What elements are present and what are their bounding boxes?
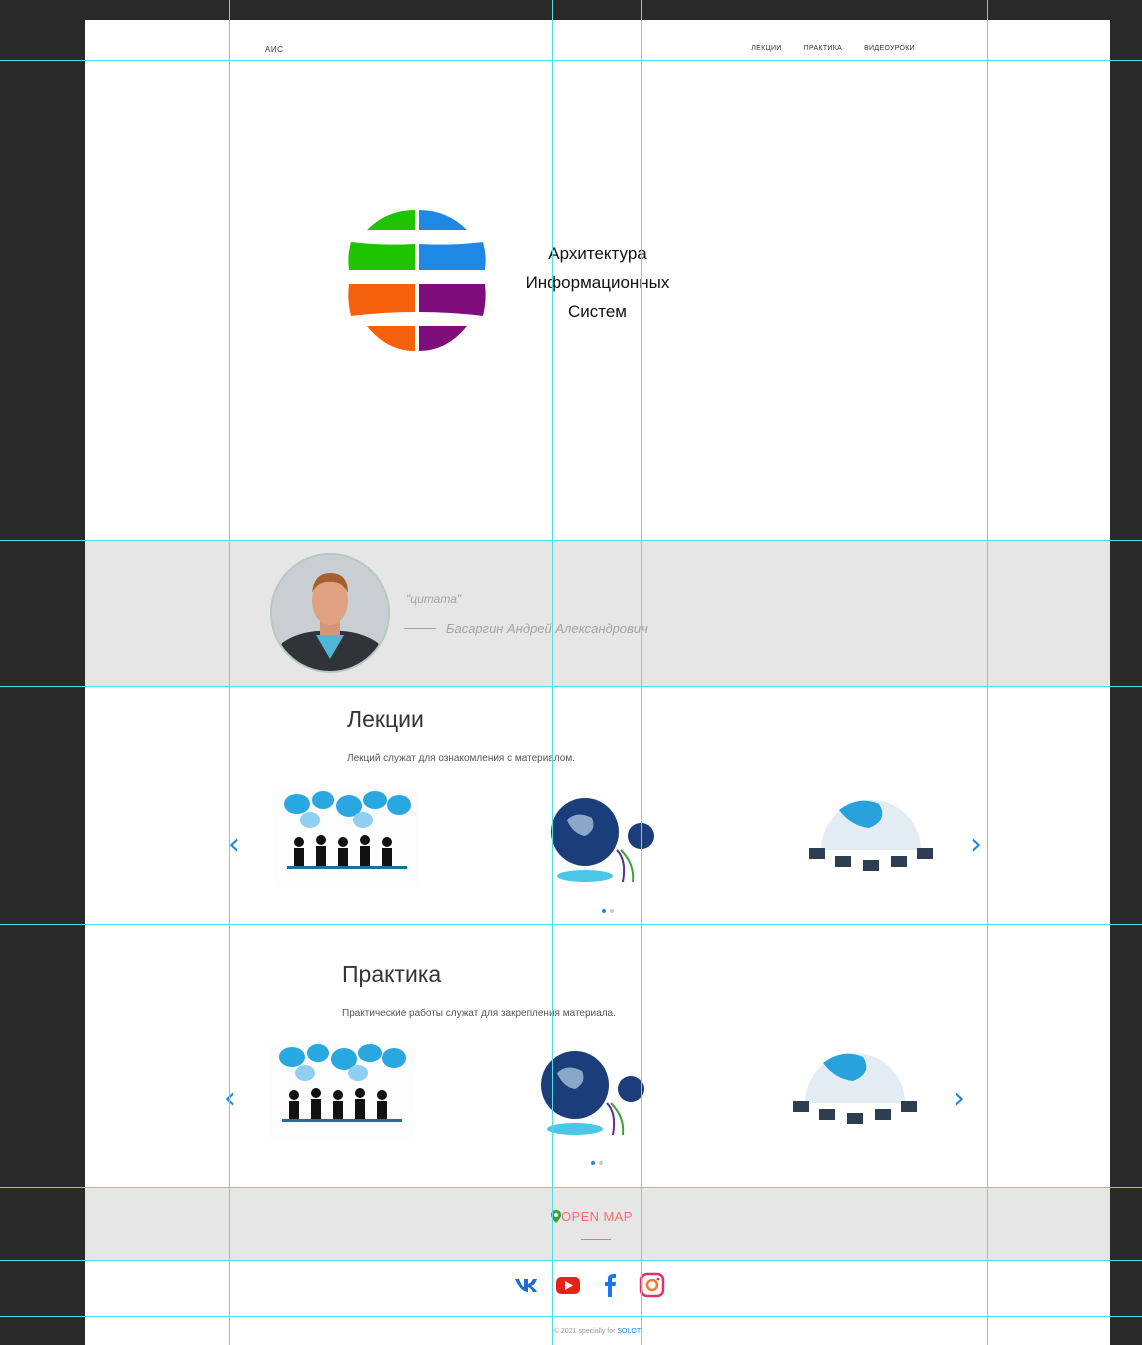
brand-logo-text[interactable]: АИС bbox=[265, 45, 283, 54]
nav-practice-link[interactable]: ПРАКТИКА bbox=[804, 45, 842, 52]
lectures-carousel-dots bbox=[602, 909, 614, 913]
page: АИС ЛЕКЦИИ ПРАКТИКА ВИДЕОУРОКИ Архитекту… bbox=[85, 20, 1110, 1345]
open-map-label: OPEN MAP bbox=[561, 1209, 633, 1224]
lectures-description: Лекций служат для ознакомления с материа… bbox=[347, 753, 576, 764]
guide-line-horizontal bbox=[0, 686, 1142, 687]
practice-dot-2[interactable] bbox=[599, 1161, 603, 1165]
open-map-link[interactable]: OPEN MAP bbox=[551, 1209, 633, 1224]
social-links bbox=[513, 1272, 665, 1298]
ais-globe-logo bbox=[348, 210, 486, 351]
nav-video-lessons-link[interactable]: ВИДЕОУРОКИ bbox=[864, 45, 915, 52]
guide-line-horizontal bbox=[0, 540, 1142, 541]
guide-line-horizontal bbox=[0, 1260, 1142, 1261]
practice-title: Практика bbox=[342, 961, 442, 987]
lectures-next-arrow-icon[interactable]: › bbox=[970, 830, 982, 860]
guide-line-vertical bbox=[641, 0, 642, 1345]
quote-dash bbox=[404, 628, 436, 629]
practice-carousel-dots bbox=[591, 1161, 603, 1165]
quote-author: Басаргин Андрей Александрович bbox=[404, 621, 648, 636]
practice-dot-1[interactable] bbox=[591, 1161, 595, 1165]
quote-section: "цитата" Басаргин Андрей Александрович bbox=[85, 540, 1110, 686]
practice-description: Практические работы служат для закреплен… bbox=[342, 1008, 616, 1019]
guide-line-horizontal bbox=[0, 1316, 1142, 1317]
lectures-dot-1[interactable] bbox=[602, 909, 606, 913]
hero-title-line-3: Систем bbox=[567, 302, 627, 321]
lectures-slide-earth-computers-image[interactable] bbox=[799, 790, 943, 887]
quote-author-name: Басаргин Андрей Александрович bbox=[446, 621, 648, 636]
guide-line-vertical bbox=[987, 0, 988, 1345]
practice-next-arrow-icon[interactable]: › bbox=[953, 1084, 965, 1114]
hero-title-line-1: Архитектура bbox=[548, 244, 647, 263]
quote-text: "цитата" bbox=[406, 592, 462, 606]
guide-line-horizontal bbox=[0, 924, 1142, 925]
instagram-icon[interactable] bbox=[639, 1272, 665, 1298]
lectures-slide-globe-image[interactable] bbox=[537, 790, 681, 887]
hero-title: Архитектура Информационных Систем bbox=[505, 239, 690, 326]
author-avatar bbox=[270, 553, 390, 673]
guide-line-vertical bbox=[552, 0, 553, 1345]
lectures-title: Лекции bbox=[347, 706, 424, 732]
main-nav: ЛЕКЦИИ ПРАКТИКА ВИДЕОУРОКИ bbox=[751, 45, 915, 52]
youtube-icon[interactable] bbox=[555, 1272, 581, 1298]
guide-line-vertical bbox=[229, 0, 230, 1345]
practice-slide-earth-computers-image[interactable] bbox=[783, 1043, 927, 1140]
top-nav-bar: АИС ЛЕКЦИИ ПРАКТИКА ВИДЕОУРОКИ bbox=[85, 20, 1110, 60]
footer-text: © 2021 specially for bbox=[553, 1328, 618, 1335]
lectures-dot-2[interactable] bbox=[610, 909, 614, 913]
guide-line-horizontal bbox=[0, 60, 1142, 61]
practice-slide-people-image[interactable] bbox=[270, 1043, 414, 1140]
vk-icon[interactable] bbox=[513, 1272, 539, 1298]
map-underline bbox=[581, 1239, 611, 1240]
practice-slide-globe-image[interactable] bbox=[527, 1043, 671, 1140]
nav-lectures-link[interactable]: ЛЕКЦИИ bbox=[751, 45, 781, 52]
hero-title-line-2: Информационных bbox=[525, 273, 670, 292]
facebook-icon[interactable] bbox=[597, 1272, 623, 1298]
lectures-slide-people-image[interactable] bbox=[275, 790, 419, 887]
map-section: OPEN MAP bbox=[85, 1187, 1110, 1260]
footer: © 2021 specially for SOLOT bbox=[85, 1328, 1110, 1335]
guide-line-horizontal bbox=[0, 1187, 1142, 1188]
footer-accent-link[interactable]: SOLOT bbox=[617, 1328, 641, 1335]
practice-prev-arrow-icon[interactable]: ‹ bbox=[224, 1084, 236, 1114]
